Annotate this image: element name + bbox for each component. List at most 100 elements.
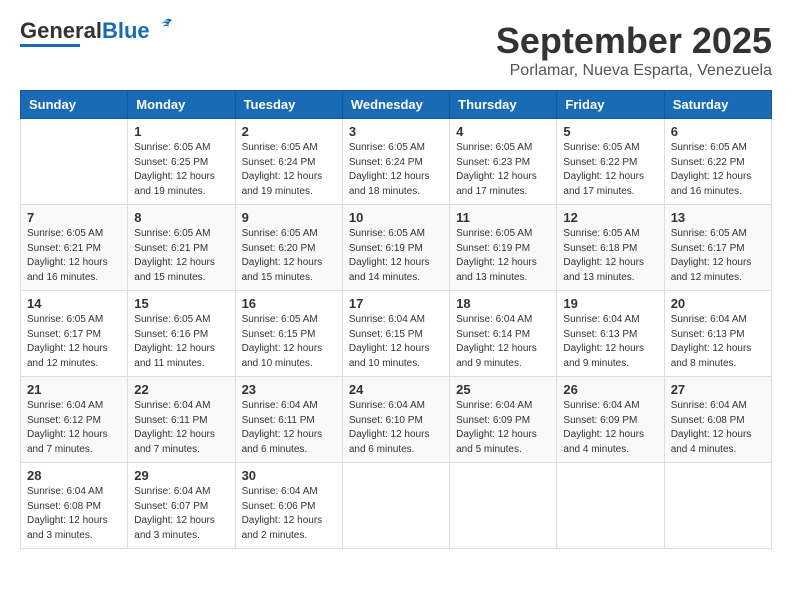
logo: GeneralBlue — [20, 20, 176, 47]
day-info: Sunrise: 6:04 AM Sunset: 6:07 PM Dayligh… — [134, 485, 228, 543]
calendar-cell: 6 Sunrise: 6:05 AM Sunset: 6:22 PM Daylig… — [664, 119, 771, 205]
day-info: Sunrise: 6:04 AM Sunset: 6:08 PM Dayligh… — [671, 399, 765, 457]
day-info: Sunrise: 6:05 AM Sunset: 6:17 PM Dayligh… — [27, 313, 121, 371]
calendar-cell: 3 Sunrise: 6:05 AM Sunset: 6:24 PM Daylig… — [342, 119, 449, 205]
day-info: Sunrise: 6:04 AM Sunset: 6:13 PM Dayligh… — [671, 313, 765, 371]
day-info: Sunrise: 6:04 AM Sunset: 6:13 PM Dayligh… — [563, 313, 657, 371]
calendar-cell — [664, 463, 771, 549]
day-number: 12 — [563, 210, 657, 225]
calendar-cell — [557, 463, 664, 549]
day-number: 10 — [349, 210, 443, 225]
day-info: Sunrise: 6:04 AM Sunset: 6:11 PM Dayligh… — [242, 399, 336, 457]
calendar-cell: 5 Sunrise: 6:05 AM Sunset: 6:22 PM Daylig… — [557, 119, 664, 205]
day-info: Sunrise: 6:05 AM Sunset: 6:20 PM Dayligh… — [242, 227, 336, 285]
calendar-cell: 28Sunrise: 6:04 AM Sunset: 6:08 PM Dayli… — [21, 463, 128, 549]
page-header: GeneralBlue September 2025 Porlamar, Nue… — [20, 20, 772, 80]
day-header-saturday: Saturday — [664, 91, 771, 119]
day-number: 13 — [671, 210, 765, 225]
calendar-cell: 18 Sunrise: 6:04 AM Sunset: 6:14 PM Dayli… — [450, 291, 557, 377]
day-number: 5 — [563, 124, 657, 139]
day-header-monday: Monday — [128, 91, 235, 119]
logo-text: GeneralBlue — [20, 20, 150, 42]
calendar-week-row: 21 Sunrise: 6:04 AM Sunset: 6:12 PM Dayli… — [21, 377, 772, 463]
day-info: Sunrise: 6:05 AM Sunset: 6:19 PM Dayligh… — [349, 227, 443, 285]
day-info: Sunrise: 6:05 AM Sunset: 6:22 PM Dayligh… — [563, 141, 657, 199]
calendar-cell: 29 Sunrise: 6:04 AM Sunset: 6:07 PM Dayli… — [128, 463, 235, 549]
day-info: Sunrise: 6:05 AM Sunset: 6:16 PM Dayligh… — [134, 313, 228, 371]
day-info: Sunrise: 6:05 AM Sunset: 6:24 PM Dayligh… — [242, 141, 336, 199]
calendar-cell: 23Sunrise: 6:04 AM Sunset: 6:11 PM Dayli… — [235, 377, 342, 463]
day-info: Sunrise: 6:04 AM Sunset: 6:10 PM Dayligh… — [349, 399, 443, 457]
day-number: 26 — [563, 382, 657, 397]
calendar-cell: 2 Sunrise: 6:05 AM Sunset: 6:24 PM Daylig… — [235, 119, 342, 205]
calendar-cell: 1 Sunrise: 6:05 AM Sunset: 6:25 PM Daylig… — [128, 119, 235, 205]
calendar-week-row: 1 Sunrise: 6:05 AM Sunset: 6:25 PM Daylig… — [21, 119, 772, 205]
calendar-cell: 21 Sunrise: 6:04 AM Sunset: 6:12 PM Dayli… — [21, 377, 128, 463]
day-number: 27 — [671, 382, 765, 397]
day-number: 9 — [242, 210, 336, 225]
calendar-cell: 15 Sunrise: 6:05 AM Sunset: 6:16 PM Dayli… — [128, 291, 235, 377]
calendar-cell: 11Sunrise: 6:05 AM Sunset: 6:19 PM Dayli… — [450, 205, 557, 291]
day-info: Sunrise: 6:05 AM Sunset: 6:15 PM Dayligh… — [242, 313, 336, 371]
day-number: 17 — [349, 296, 443, 311]
day-number: 16 — [242, 296, 336, 311]
day-info: Sunrise: 6:05 AM Sunset: 6:25 PM Dayligh… — [134, 141, 228, 199]
day-number: 3 — [349, 124, 443, 139]
day-number: 30 — [242, 468, 336, 483]
calendar-table: SundayMondayTuesdayWednesdayThursdayFrid… — [20, 90, 772, 549]
day-number: 15 — [134, 296, 228, 311]
day-info: Sunrise: 6:05 AM Sunset: 6:22 PM Dayligh… — [671, 141, 765, 199]
calendar-cell: 16 Sunrise: 6:05 AM Sunset: 6:15 PM Dayli… — [235, 291, 342, 377]
calendar-cell: 10 Sunrise: 6:05 AM Sunset: 6:19 PM Dayli… — [342, 205, 449, 291]
location-subtitle: Porlamar, Nueva Esparta, Venezuela — [496, 62, 772, 80]
logo-underline — [20, 44, 80, 47]
day-info: Sunrise: 6:04 AM Sunset: 6:12 PM Dayligh… — [27, 399, 121, 457]
day-header-wednesday: Wednesday — [342, 91, 449, 119]
calendar-cell: 17 Sunrise: 6:04 AM Sunset: 6:15 PM Dayli… — [342, 291, 449, 377]
day-info: Sunrise: 6:05 AM Sunset: 6:21 PM Dayligh… — [134, 227, 228, 285]
day-number: 7 — [27, 210, 121, 225]
day-number: 21 — [27, 382, 121, 397]
day-number: 29 — [134, 468, 228, 483]
day-info: Sunrise: 6:05 AM Sunset: 6:18 PM Dayligh… — [563, 227, 657, 285]
bird-icon — [154, 16, 176, 38]
day-info: Sunrise: 6:04 AM Sunset: 6:15 PM Dayligh… — [349, 313, 443, 371]
day-info: Sunrise: 6:04 AM Sunset: 6:09 PM Dayligh… — [563, 399, 657, 457]
day-info: Sunrise: 6:04 AM Sunset: 6:14 PM Dayligh… — [456, 313, 550, 371]
day-info: Sunrise: 6:04 AM Sunset: 6:09 PM Dayligh… — [456, 399, 550, 457]
month-title: September 2025 — [496, 20, 772, 62]
day-number: 2 — [242, 124, 336, 139]
day-number: 8 — [134, 210, 228, 225]
calendar-cell: 26 Sunrise: 6:04 AM Sunset: 6:09 PM Dayli… — [557, 377, 664, 463]
calendar-cell: 13 Sunrise: 6:05 AM Sunset: 6:17 PM Dayli… — [664, 205, 771, 291]
day-number: 20 — [671, 296, 765, 311]
day-number: 4 — [456, 124, 550, 139]
calendar-header-row: SundayMondayTuesdayWednesdayThursdayFrid… — [21, 91, 772, 119]
day-number: 1 — [134, 124, 228, 139]
calendar-cell: 27 Sunrise: 6:04 AM Sunset: 6:08 PM Dayli… — [664, 377, 771, 463]
day-number: 24 — [349, 382, 443, 397]
calendar-cell: 7 Sunrise: 6:05 AM Sunset: 6:21 PM Daylig… — [21, 205, 128, 291]
day-number: 25 — [456, 382, 550, 397]
calendar-cell — [21, 119, 128, 205]
day-info: Sunrise: 6:05 AM Sunset: 6:23 PM Dayligh… — [456, 141, 550, 199]
day-info: Sunrise: 6:05 AM Sunset: 6:21 PM Dayligh… — [27, 227, 121, 285]
day-number: 11 — [456, 210, 550, 225]
day-number: 18 — [456, 296, 550, 311]
calendar-cell: 12 Sunrise: 6:05 AM Sunset: 6:18 PM Dayli… — [557, 205, 664, 291]
calendar-cell: 24 Sunrise: 6:04 AM Sunset: 6:10 PM Dayli… — [342, 377, 449, 463]
day-number: 28 — [27, 468, 121, 483]
title-block: September 2025 Porlamar, Nueva Esparta, … — [496, 20, 772, 80]
day-info: Sunrise: 6:04 AM Sunset: 6:06 PM Dayligh… — [242, 485, 336, 543]
calendar-week-row: 28Sunrise: 6:04 AM Sunset: 6:08 PM Dayli… — [21, 463, 772, 549]
day-header-tuesday: Tuesday — [235, 91, 342, 119]
calendar-cell: 20 Sunrise: 6:04 AM Sunset: 6:13 PM Dayli… — [664, 291, 771, 377]
day-info: Sunrise: 6:05 AM Sunset: 6:17 PM Dayligh… — [671, 227, 765, 285]
day-number: 6 — [671, 124, 765, 139]
calendar-cell: 4 Sunrise: 6:05 AM Sunset: 6:23 PM Daylig… — [450, 119, 557, 205]
calendar-cell: 8 Sunrise: 6:05 AM Sunset: 6:21 PM Daylig… — [128, 205, 235, 291]
calendar-cell: 22Sunrise: 6:04 AM Sunset: 6:11 PM Dayli… — [128, 377, 235, 463]
calendar-week-row: 14Sunrise: 6:05 AM Sunset: 6:17 PM Dayli… — [21, 291, 772, 377]
calendar-cell — [342, 463, 449, 549]
day-info: Sunrise: 6:05 AM Sunset: 6:24 PM Dayligh… — [349, 141, 443, 199]
